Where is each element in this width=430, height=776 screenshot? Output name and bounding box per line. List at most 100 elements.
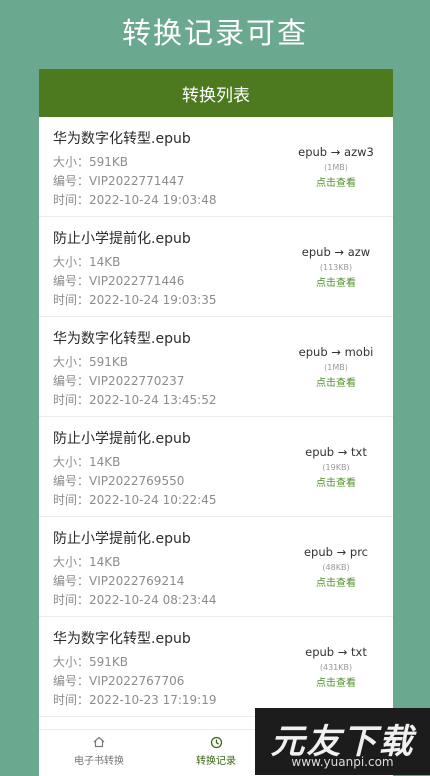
- output-size: (1MB): [324, 363, 348, 372]
- size-row: 大小：14KB: [53, 553, 120, 570]
- time-value: 2022-10-24 08:23:44: [89, 593, 217, 607]
- conversion-format: epub → txt: [305, 645, 367, 659]
- size-row: 大小：14KB: [53, 453, 120, 470]
- time-label: 时间：: [53, 693, 90, 707]
- conversion-info: epub → azw (113KB) 点击查看: [291, 245, 381, 289]
- time-row: 时间：2022-10-24 08:23:44: [53, 591, 216, 608]
- size-label: 大小：: [53, 355, 90, 369]
- id-value: VIP2022771446: [89, 274, 185, 288]
- file-name: 华为数字化转型.epub: [53, 131, 191, 147]
- id-value: VIP2022770237: [89, 374, 185, 388]
- id-row: 编号：VIP2022771446: [53, 272, 184, 289]
- size-label: 大小：: [53, 655, 90, 669]
- id-label: 编号：: [53, 374, 90, 388]
- file-name: 防止小学提前化.epub: [53, 231, 191, 247]
- size-label: 大小：: [53, 555, 90, 569]
- conversion-info: epub → prc (48KB) 点击查看: [291, 545, 381, 589]
- conversion-format: epub → azw: [301, 245, 371, 259]
- list-item[interactable]: 防止小学提前化.epub 大小：14KB 编号：VIP2022769550 时间…: [39, 417, 393, 517]
- id-label: 编号：: [53, 574, 90, 588]
- conversion-info: epub → txt (19KB) 点击查看: [291, 445, 381, 489]
- output-size: (48KB): [322, 563, 350, 572]
- conversion-format: epub → prc: [303, 545, 368, 559]
- time-label: 时间：: [53, 493, 90, 507]
- time-label: 时间：: [53, 593, 90, 607]
- watermark-url: www.yuanpi.com: [291, 755, 394, 769]
- card-title: 转换列表: [182, 85, 250, 106]
- time-value: 2022-10-24 10:22:45: [89, 493, 217, 507]
- id-row: 编号：VIP2022769214: [53, 572, 184, 589]
- time-value: 2022-10-23 17:19:19: [89, 693, 217, 707]
- card-header: 转换列表: [39, 69, 393, 117]
- view-link[interactable]: 点击查看: [291, 274, 381, 289]
- time-value: 2022-10-24 13:45:52: [89, 393, 217, 407]
- file-name: 防止小学提前化.epub: [53, 531, 191, 547]
- id-label: 编号：: [53, 674, 90, 688]
- size-label: 大小：: [53, 155, 90, 169]
- id-label: 编号：: [53, 474, 90, 488]
- id-value: VIP2022767706: [89, 674, 185, 688]
- size-row: 大小：591KB: [53, 153, 128, 170]
- time-value: 2022-10-24 19:03:35: [89, 293, 217, 307]
- file-name: 华为数字化转型.epub: [53, 331, 191, 347]
- list-item[interactable]: 华为数字化转型.epub 大小：591KB 编号：VIP2022767706 时…: [39, 617, 393, 717]
- id-row: 编号：VIP2022769550: [53, 472, 184, 489]
- id-value: VIP2022769550: [89, 474, 185, 488]
- id-value: VIP2022769214: [89, 574, 185, 588]
- size-row: 大小：591KB: [53, 353, 128, 370]
- output-size: (113KB): [319, 263, 353, 272]
- time-row: 时间：2022-10-24 19:03:48: [53, 191, 216, 208]
- size-value: 14KB: [89, 555, 121, 569]
- file-name: 防止小学提前化.epub: [53, 431, 191, 447]
- size-value: 591KB: [89, 355, 129, 369]
- conversion-format: epub → mobi: [298, 345, 374, 359]
- size-value: 14KB: [89, 455, 121, 469]
- conversion-list-card: 转换列表 华为数字化转型.epub 大小：591KB 编号：VIP2022771…: [39, 69, 393, 729]
- id-row: 编号：VIP2022770237: [53, 372, 184, 389]
- time-label: 时间：: [53, 293, 90, 307]
- size-row: 大小：591KB: [53, 653, 128, 670]
- file-name: 华为数字化转型.epub: [53, 631, 191, 647]
- id-value: VIP2022771447: [89, 174, 185, 188]
- list-item[interactable]: 防止小学提前化.epub 大小：14KB 编号：VIP2022771446 时间…: [39, 217, 393, 317]
- time-label: 时间：: [53, 193, 90, 207]
- conversion-info: epub → azw3 (1MB) 点击查看: [291, 145, 381, 189]
- conversion-info: epub → mobi (1MB) 点击查看: [291, 345, 381, 389]
- size-value: 14KB: [89, 255, 121, 269]
- id-label: 编号：: [53, 274, 90, 288]
- output-size: (19KB): [322, 463, 350, 472]
- size-row: 大小：14KB: [53, 253, 120, 270]
- tab-label: 转换记录: [196, 756, 236, 767]
- view-link[interactable]: 点击查看: [291, 374, 381, 389]
- list-item[interactable]: 防止小学提前化.epub 大小：14KB 编号：VIP2022769214 时间…: [39, 517, 393, 617]
- time-label: 时间：: [53, 393, 90, 407]
- id-row: 编号：VIP2022771447: [53, 172, 184, 189]
- size-label: 大小：: [53, 455, 90, 469]
- size-value: 591KB: [89, 655, 129, 669]
- conversion-list: 华为数字化转型.epub 大小：591KB 编号：VIP2022771447 时…: [39, 117, 393, 717]
- conversion-info: epub → txt (431KB) 点击查看: [291, 645, 381, 689]
- conversion-format: epub → azw3: [298, 145, 374, 159]
- conversion-format: epub → txt: [305, 445, 367, 459]
- size-label: 大小：: [53, 255, 90, 269]
- id-row: 编号：VIP2022767706: [53, 672, 184, 689]
- output-size: (431KB): [319, 663, 353, 672]
- view-link[interactable]: 点击查看: [291, 474, 381, 489]
- site-watermark: 元友下载 www.yuanpi.com: [255, 708, 430, 775]
- page-headline: 转换记录可查: [121, 16, 308, 50]
- home-icon: [39, 736, 159, 750]
- view-link[interactable]: 点击查看: [291, 574, 381, 589]
- output-size: (1MB): [324, 163, 348, 172]
- tab-label: 电子书转换: [74, 756, 124, 767]
- view-link[interactable]: 点击查看: [291, 174, 381, 189]
- time-row: 时间：2022-10-23 17:19:19: [53, 691, 216, 708]
- list-item[interactable]: 华为数字化转型.epub 大小：591KB 编号：VIP2022770237 时…: [39, 317, 393, 417]
- list-item[interactable]: 华为数字化转型.epub 大小：591KB 编号：VIP2022771447 时…: [39, 117, 393, 217]
- size-value: 591KB: [89, 155, 129, 169]
- time-value: 2022-10-24 19:03:48: [89, 193, 217, 207]
- view-link[interactable]: 点击查看: [291, 674, 381, 689]
- tab-ebook-convert[interactable]: 电子书转换: [39, 736, 159, 767]
- time-row: 时间：2022-10-24 13:45:52: [53, 391, 216, 408]
- time-row: 时间：2022-10-24 19:03:35: [53, 291, 216, 308]
- time-row: 时间：2022-10-24 10:22:45: [53, 491, 216, 508]
